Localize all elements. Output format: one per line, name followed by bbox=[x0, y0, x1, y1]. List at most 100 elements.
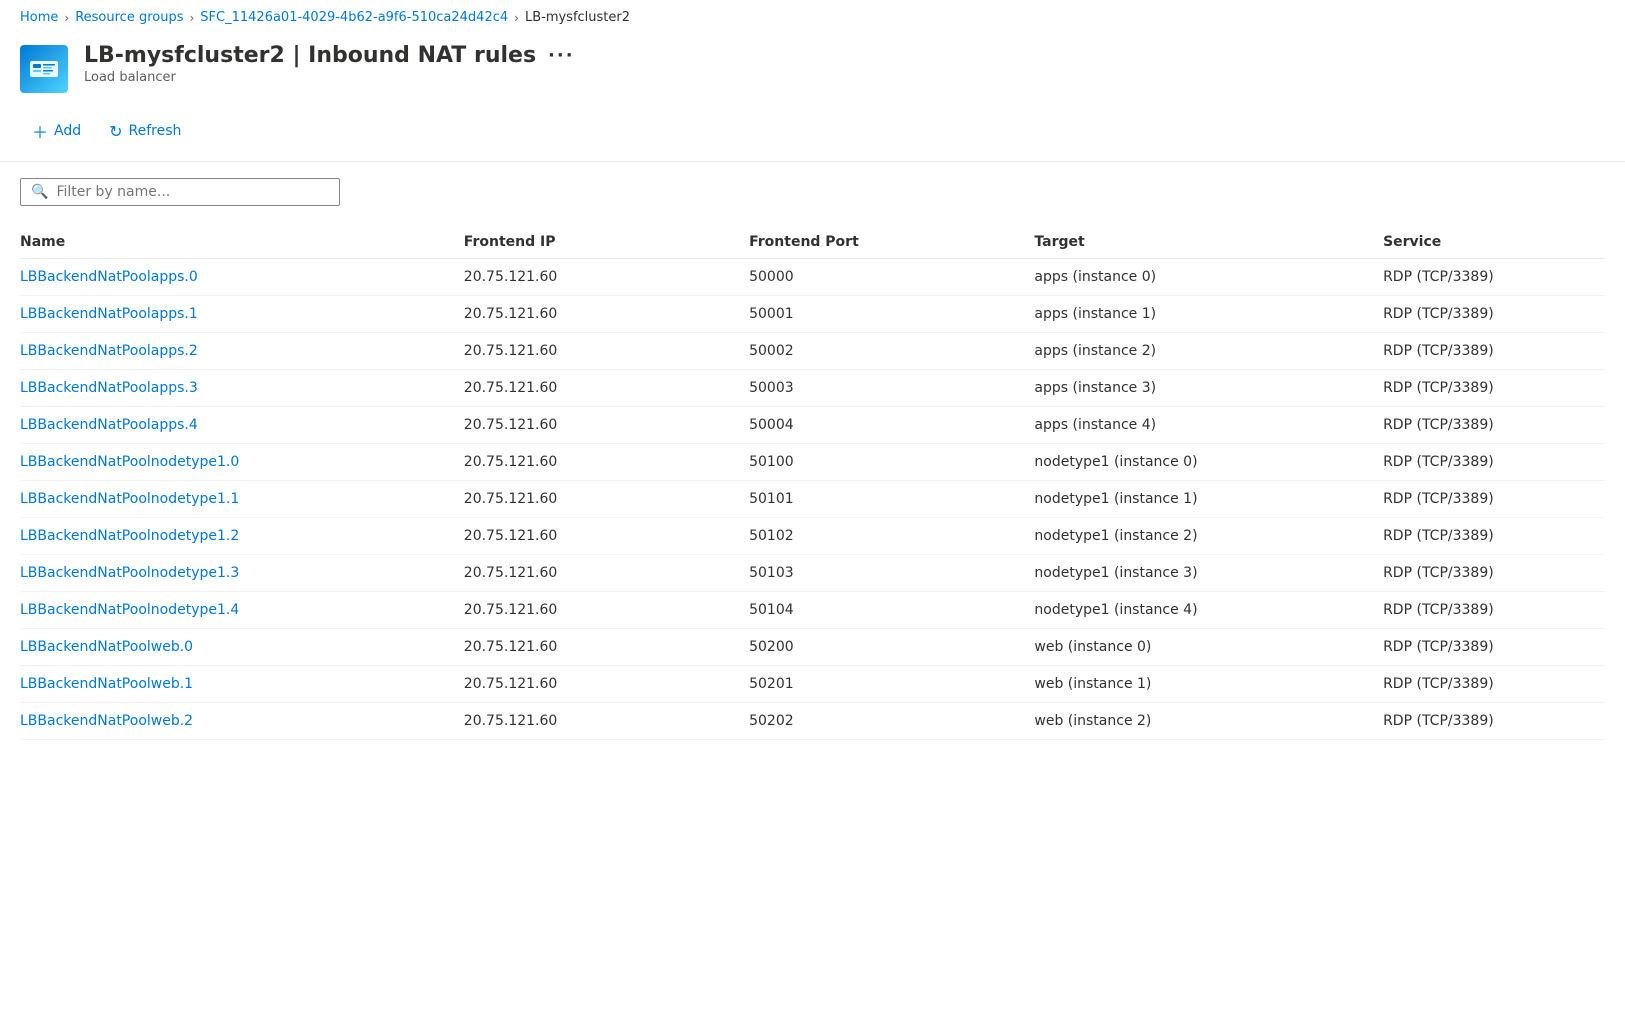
cell-frontend-port: 50100 bbox=[749, 444, 1034, 481]
col-header-frontend-ip: Frontend IP bbox=[464, 226, 749, 259]
cell-service: RDP (TCP/3389) bbox=[1383, 444, 1605, 481]
nat-rule-link[interactable]: LBBackendNatPoolnodetype1.1 bbox=[20, 491, 239, 507]
cell-name: LBBackendNatPoolnodetype1.1 bbox=[20, 481, 464, 518]
cell-frontend-ip: 20.75.121.60 bbox=[464, 370, 749, 407]
nat-rule-link[interactable]: LBBackendNatPoolnodetype1.4 bbox=[20, 602, 239, 618]
cell-service: RDP (TCP/3389) bbox=[1383, 407, 1605, 444]
table-row: LBBackendNatPoolnodetype1.320.75.121.605… bbox=[20, 555, 1605, 592]
toolbar: ＋ Add ↻ Refresh bbox=[0, 105, 1625, 161]
page-title: LB-mysfcluster2 | Inbound NAT rules bbox=[84, 43, 536, 68]
cell-name: LBBackendNatPoolapps.4 bbox=[20, 407, 464, 444]
cell-frontend-ip: 20.75.121.60 bbox=[464, 518, 749, 555]
table-row: LBBackendNatPoolapps.020.75.121.6050000a… bbox=[20, 259, 1605, 296]
cell-service: RDP (TCP/3389) bbox=[1383, 481, 1605, 518]
cell-target: nodetype1 (instance 2) bbox=[1034, 518, 1383, 555]
col-header-name: Name bbox=[20, 226, 464, 259]
nat-rule-link[interactable]: LBBackendNatPoolapps.0 bbox=[20, 269, 198, 285]
nat-rules-table: Name Frontend IP Frontend Port Target Se… bbox=[20, 226, 1605, 740]
nat-rule-link[interactable]: LBBackendNatPoolapps.4 bbox=[20, 417, 198, 433]
cell-frontend-ip: 20.75.121.60 bbox=[464, 592, 749, 629]
nat-rule-link[interactable]: LBBackendNatPoolnodetype1.3 bbox=[20, 565, 239, 581]
cell-frontend-port: 50101 bbox=[749, 481, 1034, 518]
cell-frontend-port: 50104 bbox=[749, 592, 1034, 629]
cell-frontend-port: 50200 bbox=[749, 629, 1034, 666]
cell-frontend-port: 50004 bbox=[749, 407, 1034, 444]
cell-service: RDP (TCP/3389) bbox=[1383, 259, 1605, 296]
col-header-target: Target bbox=[1034, 226, 1383, 259]
cell-name: LBBackendNatPoolnodetype1.3 bbox=[20, 555, 464, 592]
search-icon: 🔍 bbox=[31, 184, 48, 200]
cell-target: apps (instance 1) bbox=[1034, 296, 1383, 333]
cell-frontend-ip: 20.75.121.60 bbox=[464, 407, 749, 444]
cell-target: nodetype1 (instance 3) bbox=[1034, 555, 1383, 592]
cell-target: web (instance 1) bbox=[1034, 666, 1383, 703]
cell-service: RDP (TCP/3389) bbox=[1383, 296, 1605, 333]
nat-rule-link[interactable]: LBBackendNatPoolnodetype1.2 bbox=[20, 528, 239, 544]
table-row: LBBackendNatPoolweb.220.75.121.6050202we… bbox=[20, 703, 1605, 740]
resource-icon bbox=[20, 45, 68, 93]
col-header-frontend-port: Frontend Port bbox=[749, 226, 1034, 259]
cell-name: LBBackendNatPoolweb.2 bbox=[20, 703, 464, 740]
cell-target: nodetype1 (instance 0) bbox=[1034, 444, 1383, 481]
cell-service: RDP (TCP/3389) bbox=[1383, 592, 1605, 629]
cell-frontend-port: 50002 bbox=[749, 333, 1034, 370]
breadcrumb-home[interactable]: Home bbox=[20, 10, 58, 25]
ellipsis-menu-button[interactable]: ··· bbox=[548, 45, 575, 66]
table-row: LBBackendNatPoolnodetype1.1 20.75.121.605… bbox=[20, 481, 1605, 518]
nat-rule-link[interactable]: LBBackendNatPoolnodetype1.0 bbox=[20, 454, 239, 470]
cell-name: LBBackendNatPoolnodetype1.4 bbox=[20, 592, 464, 629]
cell-name: LBBackendNatPoolweb.1 bbox=[20, 666, 464, 703]
refresh-button[interactable]: ↻ Refresh bbox=[97, 116, 193, 147]
cell-frontend-ip: 20.75.121.60 bbox=[464, 703, 749, 740]
breadcrumb-resource-groups[interactable]: Resource groups bbox=[75, 10, 183, 25]
breadcrumb-resource-group-id[interactable]: SFC_11426a01-4029-4b62-a9f6-510ca24d42c4 bbox=[200, 10, 508, 25]
nat-rule-link[interactable]: LBBackendNatPoolapps.1 bbox=[20, 306, 198, 322]
cell-target: apps (instance 0) bbox=[1034, 259, 1383, 296]
cell-service: RDP (TCP/3389) bbox=[1383, 629, 1605, 666]
main-content: 🔍 Name Frontend IP Frontend Port Target … bbox=[0, 178, 1625, 740]
cell-frontend-port: 50000 bbox=[749, 259, 1034, 296]
breadcrumb-current: LB-mysfcluster2 bbox=[525, 10, 630, 25]
refresh-label: Refresh bbox=[129, 123, 182, 139]
table-row: LBBackendNatPoolapps.220.75.121.6050002a… bbox=[20, 333, 1605, 370]
nat-rule-link[interactable]: LBBackendNatPoolweb.2 bbox=[20, 713, 193, 729]
cell-frontend-ip: 20.75.121.60 bbox=[464, 666, 749, 703]
filter-input[interactable] bbox=[56, 184, 329, 200]
cell-target: web (instance 0) bbox=[1034, 629, 1383, 666]
cell-name: LBBackendNatPoolnodetype1.0 bbox=[20, 444, 464, 481]
cell-name: LBBackendNatPoolnodetype1.2 bbox=[20, 518, 464, 555]
table-row: LBBackendNatPoolnodetype1.2 20.75.121.605… bbox=[20, 518, 1605, 555]
add-button[interactable]: ＋ Add bbox=[20, 113, 93, 149]
cell-frontend-ip: 20.75.121.60 bbox=[464, 444, 749, 481]
cell-frontend-ip: 20.75.121.60 bbox=[464, 629, 749, 666]
table-header-row: Name Frontend IP Frontend Port Target Se… bbox=[20, 226, 1605, 259]
cell-service: RDP (TCP/3389) bbox=[1383, 666, 1605, 703]
toolbar-divider bbox=[0, 161, 1625, 162]
cell-frontend-port: 50003 bbox=[749, 370, 1034, 407]
table-row: LBBackendNatPoolnodetype1.0 20.75.121.605… bbox=[20, 444, 1605, 481]
cell-name: LBBackendNatPoolweb.0 bbox=[20, 629, 464, 666]
table-row: LBBackendNatPoolnodetype1.4 20.75.121.605… bbox=[20, 592, 1605, 629]
cell-service: RDP (TCP/3389) bbox=[1383, 703, 1605, 740]
cell-frontend-port: 50201 bbox=[749, 666, 1034, 703]
cell-name: LBBackendNatPoolapps.1 bbox=[20, 296, 464, 333]
cell-target: apps (instance 3) bbox=[1034, 370, 1383, 407]
cell-target: apps (instance 2) bbox=[1034, 333, 1383, 370]
header-text: LB-mysfcluster2 | Inbound NAT rules ··· … bbox=[84, 43, 575, 85]
cell-frontend-port: 50202 bbox=[749, 703, 1034, 740]
nat-rule-link[interactable]: LBBackendNatPoolweb.0 bbox=[20, 639, 193, 655]
breadcrumb: Home › Resource groups › SFC_11426a01-40… bbox=[0, 0, 1625, 35]
cell-service: RDP (TCP/3389) bbox=[1383, 555, 1605, 592]
page-header: LB-mysfcluster2 | Inbound NAT rules ··· … bbox=[0, 35, 1625, 105]
breadcrumb-sep-3: › bbox=[514, 11, 519, 25]
refresh-icon: ↻ bbox=[109, 122, 122, 141]
col-header-service: Service bbox=[1383, 226, 1605, 259]
breadcrumb-sep-1: › bbox=[64, 11, 69, 25]
cell-name: LBBackendNatPoolapps.2 bbox=[20, 333, 464, 370]
nat-rule-link[interactable]: LBBackendNatPoolapps.3 bbox=[20, 380, 198, 396]
cell-frontend-ip: 20.75.121.60 bbox=[464, 481, 749, 518]
cell-frontend-port: 50102 bbox=[749, 518, 1034, 555]
nat-rule-link[interactable]: LBBackendNatPoolapps.2 bbox=[20, 343, 198, 359]
cell-frontend-port: 50001 bbox=[749, 296, 1034, 333]
nat-rule-link[interactable]: LBBackendNatPoolweb.1 bbox=[20, 676, 193, 692]
